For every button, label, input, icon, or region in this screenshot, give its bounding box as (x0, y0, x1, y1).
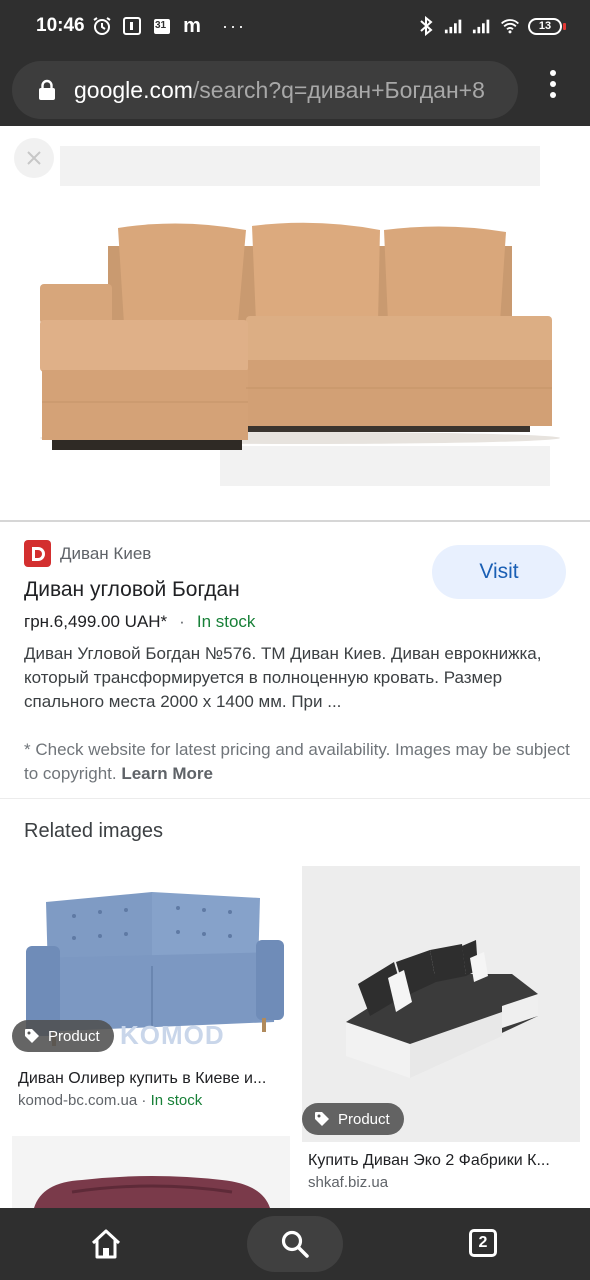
url-text: google.com/search?q=диван+Богдан+8 (74, 77, 485, 104)
bluetooth-icon (416, 16, 436, 36)
close-icon (27, 151, 41, 165)
site-favicon-icon (24, 540, 51, 567)
product-badge-label: Product (338, 1110, 390, 1128)
tabs-button[interactable]: 2 (469, 1229, 497, 1257)
source-name: Диван Киев (60, 543, 152, 563)
availability: In stock (196, 612, 256, 631)
learn-more-link[interactable]: Learn More (121, 764, 213, 783)
related-card-3[interactable] (12, 1136, 290, 1208)
notification-icon (122, 16, 142, 36)
related-meta-1: komod-bc.com.ua · In stock (18, 1092, 203, 1109)
related-image-3[interactable] (12, 1136, 290, 1208)
related-card-1[interactable]: KOMOD Product Диван Оливер купить в Киев… (12, 866, 290, 1124)
calendar-day: 31 (155, 20, 167, 31)
status-icons-right: 13 (416, 16, 566, 36)
status-icons-left: 31 m ··· (92, 16, 246, 36)
bottom-navigation: 2 (0, 1208, 590, 1280)
alarm-icon (92, 16, 112, 36)
related-title-1[interactable]: Диван Оливер купить в Киеве и... (18, 1070, 288, 1088)
url-bar[interactable]: google.com/search?q=диван+Богдан+8 (12, 61, 518, 119)
search-icon (281, 1230, 309, 1258)
calendar-icon: 31 (152, 16, 172, 36)
lock-icon (39, 79, 55, 100)
close-preview-button[interactable] (14, 138, 54, 178)
battery-icon: 13 (528, 17, 566, 35)
signal-icon-1 (444, 16, 464, 36)
result-description: Диван Угловой Богдан №576. ТМ Диван Киев… (24, 644, 542, 711)
image-preview[interactable] (0, 126, 590, 520)
browser-toolbar: google.com/search?q=диван+Богдан+8 (0, 56, 590, 126)
tag-icon (315, 1112, 329, 1126)
search-button[interactable] (247, 1216, 343, 1272)
section-divider (0, 798, 590, 799)
url-path: /search?q=диван+Богдан+8 (192, 76, 485, 103)
status-time: 10:46 (36, 15, 85, 36)
price-row: грн.6,499.00 UAH* · In stock (24, 612, 255, 632)
disclaimer-text: * Check website for latest pricing and a… (24, 740, 570, 783)
related-images-heading: Related images (24, 820, 163, 842)
separator-dot: · (179, 612, 185, 631)
browser-menu-icon[interactable] (548, 70, 558, 98)
result-title[interactable]: Диван угловой Богдан (24, 578, 240, 602)
corner-sofa-image (302, 866, 580, 1142)
source-row[interactable]: Диван Киев (24, 540, 151, 567)
more-notifications-icon: ··· (222, 16, 246, 36)
app-m-icon: m (183, 15, 201, 37)
disclaimer: * Check website for latest pricing and a… (24, 738, 572, 786)
related-availability-1: In stock (150, 1092, 203, 1109)
visit-button[interactable]: Visit (432, 545, 566, 599)
product-badge: Product (12, 1020, 114, 1052)
related-title-2[interactable]: Купить Диван Эко 2 Фабрики К... (308, 1152, 576, 1170)
product-badge: Product (302, 1103, 404, 1135)
price: грн.6,499.00 UAH* (24, 612, 168, 631)
tag-icon (25, 1029, 39, 1043)
signal-icon-2 (472, 16, 492, 36)
sofa-image (0, 126, 590, 520)
preview-divider (0, 520, 590, 522)
home-icon[interactable] (88, 1226, 124, 1262)
related-site-2: shkaf.biz.ua (308, 1174, 389, 1191)
url-domain: google.com (74, 76, 193, 103)
product-badge-label: Product (48, 1027, 100, 1045)
komod-watermark: KOMOD (120, 1020, 225, 1050)
wifi-icon (500, 16, 520, 36)
related-card-2[interactable]: Product Купить Диван Эко 2 Фабрики К... … (302, 866, 580, 1208)
related-image-2[interactable] (302, 866, 580, 1142)
related-site-1: komod-bc.com.ua (18, 1092, 138, 1109)
status-bar: 10:46 31 m ··· 13 (0, 0, 590, 56)
maroon-sofa-image (12, 1136, 290, 1208)
